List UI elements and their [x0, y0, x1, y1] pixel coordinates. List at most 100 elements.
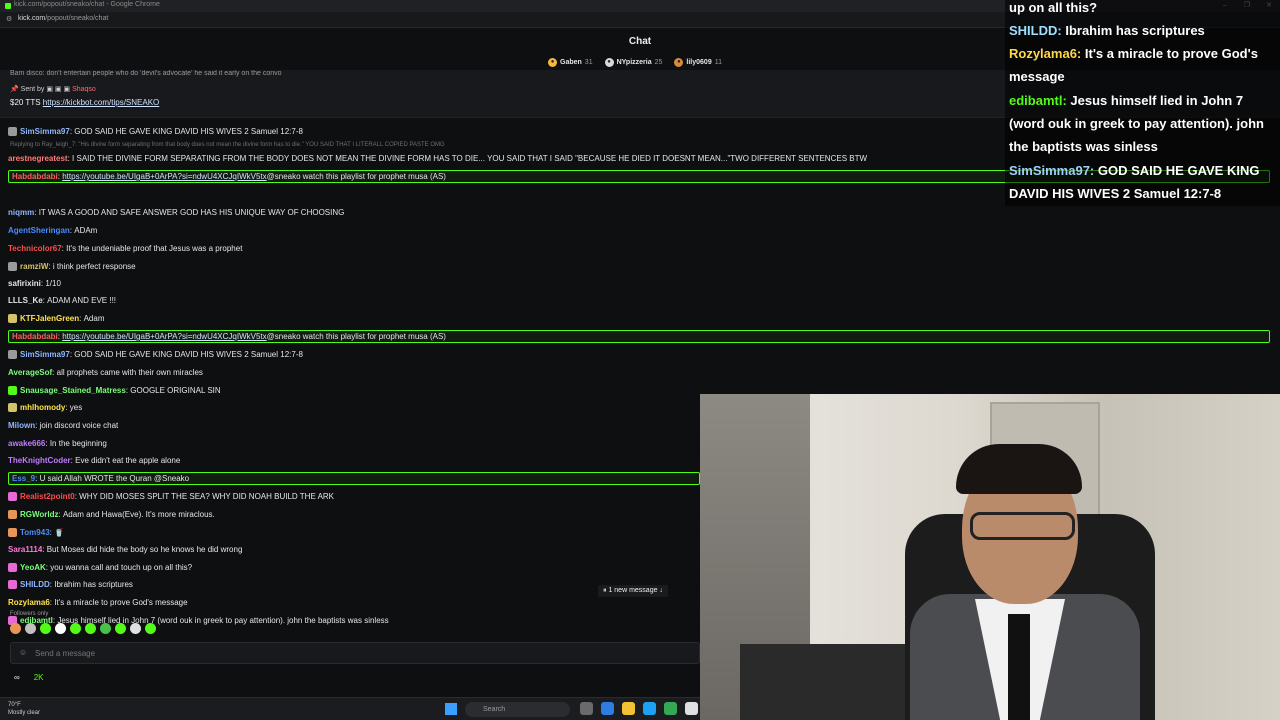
chat-username[interactable]: awake666	[8, 439, 45, 448]
chat-username[interactable]: Habdabdabi	[12, 172, 58, 181]
emote-icon[interactable]	[145, 623, 156, 634]
badge-icon	[8, 510, 17, 519]
chat-username[interactable]: Tom943	[20, 528, 50, 537]
emote-icon[interactable]	[130, 623, 141, 634]
followers-only-label: Followers only	[10, 611, 49, 617]
message-text: GOD SAID HE GAVE KING DAVID HIS WIVES 2 …	[74, 350, 303, 359]
badge-icon	[8, 314, 17, 323]
emote-icon[interactable]	[100, 623, 111, 634]
chat-username[interactable]: mhlhomody	[20, 403, 65, 412]
overlay-chat-line: SHILDD: Ibrahim has scriptures	[1009, 23, 1205, 38]
badge-icons: ▣ ▣ ▣	[46, 86, 73, 93]
chat-username[interactable]: safirixini	[8, 279, 41, 288]
message-text: 1/10	[45, 279, 61, 288]
emote-icon[interactable]	[55, 623, 66, 634]
top-gifters: ● Gaben 31 ● NYpizzeria 25 ● lily0609 11	[548, 58, 722, 67]
emote-icon[interactable]	[115, 623, 126, 634]
chat-username[interactable]: Rozylama6	[8, 598, 50, 607]
chat-username[interactable]: niqmm	[8, 208, 34, 217]
message-text: ADAM AND EVE !!!	[47, 296, 117, 305]
chat-message: ramziW: i think perfect response	[8, 260, 700, 273]
top-gifter[interactable]: ● lily0609 11	[674, 58, 722, 67]
emote-icon[interactable]	[10, 623, 21, 634]
chat-message: LLLS_Ke: ADAM AND EVE !!!	[8, 296, 117, 305]
chat-username[interactable]: KTFJalenGreen	[20, 314, 79, 323]
taskbar-search[interactable]: Search	[465, 702, 570, 717]
chat-username[interactable]: SimSimma97	[20, 127, 70, 136]
chat-message: Habdabdabi: https://youtube.be/UIgaB+0Ar…	[8, 330, 1270, 343]
chat-username[interactable]: RGWorldz	[20, 510, 59, 519]
message-text: It's the undeniable proof that Jesus was…	[66, 244, 243, 253]
emoji-icon[interactable]: ☺	[19, 648, 27, 657]
chat-username[interactable]: AgentSheringan	[8, 226, 70, 235]
chat-username[interactable]: YeoAK	[20, 563, 46, 572]
message-text: all prophets came with their own miracle…	[56, 368, 203, 377]
message-text: U said Allah WROTE the Quran @Sneako	[39, 474, 190, 483]
site-settings-icon[interactable]: ⚙	[6, 16, 14, 24]
top-gifter[interactable]: ● Gaben 31	[548, 58, 593, 67]
chat-username[interactable]: SimSimma97	[20, 350, 70, 359]
chat-username[interactable]: ramziW	[20, 262, 48, 271]
chat-username[interactable]: LLLS_Ke	[8, 296, 43, 305]
emote-icon[interactable]	[70, 623, 81, 634]
chat-username[interactable]: Habdabdabi	[12, 332, 58, 341]
emote-icon[interactable]	[25, 623, 36, 634]
pinned-sender-name[interactable]: Shaqso	[72, 86, 96, 93]
chat-message: Sara1114: But Moses did hide the body so…	[8, 545, 243, 554]
chat-username[interactable]: Snausage_Stained_Matress	[20, 386, 126, 395]
emote-row	[10, 623, 156, 634]
url-text[interactable]: kick.com/popout/sneako/chat	[18, 15, 108, 22]
overlay-chat-line: Rozylama6: It's a miracle to prove God's…	[1009, 46, 1258, 84]
chat-message: AgentSheringan: ADAm	[8, 226, 98, 235]
chat-message: Tom943: 🥤	[8, 526, 700, 539]
file-explorer-icon[interactable]	[580, 702, 593, 715]
message-text: In the beginning	[49, 439, 107, 448]
chrome-icon[interactable]	[664, 702, 677, 715]
message-input-box[interactable]: ☺	[10, 642, 700, 664]
overlay-chat-line: up on all this?	[1009, 0, 1098, 15]
message-link[interactable]: https://youtube.be/UIgaB+0ArPA?si=ndwU4X…	[62, 172, 266, 181]
chat-footer: ∞ 2K	[14, 673, 44, 682]
chat-message: Ess_9: U said Allah WROTE the Quran @Sne…	[8, 472, 700, 485]
chat-username[interactable]: Ess_9	[12, 474, 35, 483]
chat-username[interactable]: Milown	[8, 421, 35, 430]
glasses	[970, 512, 1075, 540]
infinity-icon[interactable]: ∞	[14, 673, 20, 682]
message-link[interactable]: https://youtube.be/UIgaB+0ArPA?si=ndwU4X…	[62, 332, 266, 341]
folder-icon[interactable]	[622, 702, 635, 715]
badge-icon	[8, 403, 17, 412]
badge-icon	[8, 386, 17, 395]
chat-username[interactable]: Realist2point0	[20, 492, 75, 501]
webcam-feed	[700, 394, 1280, 720]
chat-username[interactable]: AverageSof	[8, 368, 52, 377]
chat-username[interactable]: SHILDD	[20, 580, 50, 589]
browser-icon[interactable]	[643, 702, 656, 715]
chat-message: mhlhomody: yes	[8, 401, 700, 414]
top-gifter[interactable]: ● NYpizzeria 25	[604, 58, 662, 67]
message-text: WHY DID MOSES SPLIT THE SEA? WHY DID NOA…	[79, 492, 335, 501]
weather-widget[interactable]: 70°F Mostly clear	[8, 701, 40, 717]
chat-message: Replying to Ray_leigh_7: "His divine for…	[8, 142, 868, 163]
chat-username[interactable]: arestnegreatest	[8, 154, 68, 163]
new-message-button[interactable]: ⏸ 1 new message ↓	[598, 585, 668, 597]
chat-message: SimSimma97: GOD SAID HE GAVE KING DAVID …	[8, 348, 700, 361]
chat-username[interactable]: Sara1114	[8, 545, 42, 554]
edge-icon[interactable]	[601, 702, 614, 715]
reply-context[interactable]: Replying to Ray_leigh_7: "His divine for…	[10, 142, 445, 148]
store-icon[interactable]	[685, 702, 698, 715]
message-text: i think perfect response	[52, 262, 136, 271]
person-hair	[956, 444, 1082, 494]
badge-icon	[8, 580, 17, 589]
chat-username[interactable]: Technicolor67	[8, 244, 62, 253]
badge-icon	[8, 350, 17, 359]
kick-favicon-icon	[5, 3, 11, 9]
emote-icon[interactable]	[40, 623, 51, 634]
message-text: ADAm	[74, 226, 98, 235]
chat-username[interactable]: TheKnightCoder	[8, 456, 71, 465]
tts-link[interactable]: https://kickbot.com/tips/SNEAKO	[43, 98, 159, 107]
emote-icon[interactable]	[85, 623, 96, 634]
message-text: It's a miracle to prove God's message	[54, 598, 188, 607]
send-message-input[interactable]	[35, 647, 635, 660]
chat-title: Chat	[628, 36, 652, 47]
start-button-icon[interactable]	[445, 703, 457, 715]
